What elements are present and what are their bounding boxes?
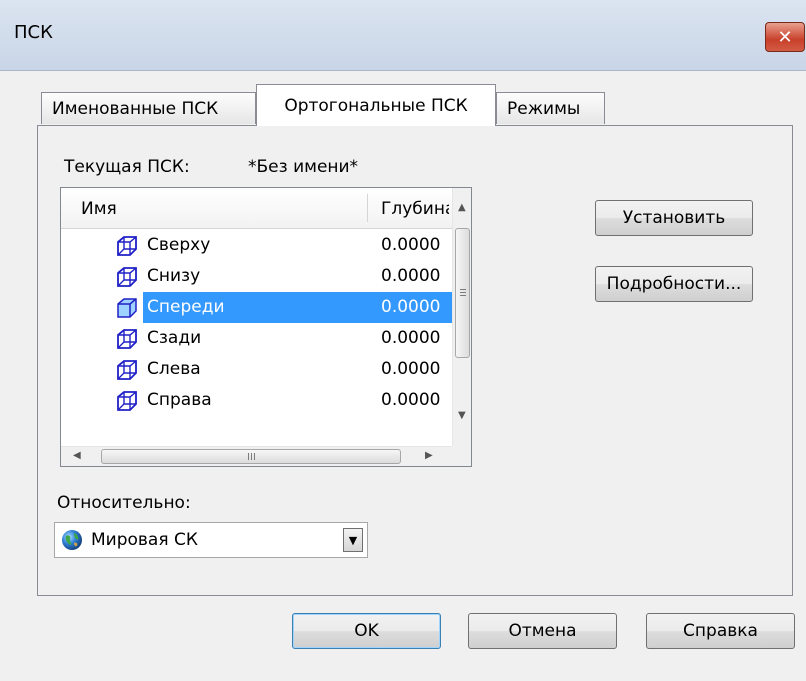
item-depth: 0.0000 [381, 359, 441, 379]
cube-icon [117, 267, 137, 287]
scroll-down-icon[interactable]: ▼ [458, 410, 466, 421]
ok-button[interactable]: OK [292, 613, 441, 649]
set-current-button[interactable]: Установить [595, 200, 753, 236]
dropdown-button[interactable]: ▼ [343, 528, 363, 552]
column-header-name[interactable]: Имя [81, 199, 117, 219]
list-item[interactable]: Справа 0.0000 [61, 385, 452, 416]
horizontal-scrollbar[interactable]: ◀ ▶ [61, 446, 452, 466]
list-item[interactable]: Сверху 0.0000 [61, 230, 452, 261]
vertical-scroll-thumb[interactable] [455, 228, 470, 358]
vertical-scrollbar[interactable]: ▲ ▼ [452, 188, 471, 446]
item-depth: 0.0000 [381, 390, 441, 410]
column-divider[interactable] [367, 194, 368, 222]
help-button[interactable]: Справка [646, 613, 795, 649]
cube-icon [117, 236, 137, 256]
scroll-right-icon[interactable]: ▶ [425, 450, 433, 461]
relative-to-value: Мировая СК [91, 530, 198, 550]
cube-icon [117, 360, 137, 380]
item-depth: 0.0000 [381, 235, 441, 255]
ucs-list[interactable]: Имя Глубина Сверху 0.0000 Снизу 0.0000 Спере… [60, 187, 472, 467]
scroll-up-icon[interactable]: ▲ [458, 202, 466, 213]
cube-icon [117, 329, 137, 349]
list-item[interactable]: Снизу 0.0000 [61, 261, 452, 292]
list-item[interactable]: Спереди 0.0000 [61, 292, 452, 323]
scroll-left-icon[interactable]: ◀ [73, 450, 81, 461]
chevron-down-icon: ▼ [348, 533, 358, 547]
button-label: Справка [683, 621, 758, 641]
button-label: OK [354, 621, 379, 641]
current-ucs-value: *Без имени* [248, 157, 359, 177]
item-name: Снизу [147, 266, 201, 286]
list-item[interactable]: Сзади 0.0000 [61, 323, 452, 354]
list-header: Имя Глубина [61, 188, 452, 229]
button-label: Подробности... [606, 274, 742, 294]
button-label: Установить [622, 208, 726, 228]
horizontal-scroll-thumb[interactable] [101, 449, 401, 464]
globe-icon [62, 530, 82, 550]
details-button[interactable]: Подробности... [595, 266, 753, 302]
current-ucs-label: Текущая ПСК: [64, 157, 190, 177]
cancel-button[interactable]: Отмена [468, 613, 617, 649]
column-header-depth[interactable]: Глубина [381, 199, 449, 219]
item-name: Спереди [147, 297, 225, 317]
list-rows: Сверху 0.0000 Снизу 0.0000 Спереди 0.0000 Сзад… [61, 230, 452, 416]
item-name: Справа [147, 390, 212, 410]
button-label: Отмена [508, 621, 577, 641]
cube-icon [117, 391, 137, 411]
item-depth: 0.0000 [381, 328, 441, 348]
cube-front-icon [117, 298, 137, 318]
item-depth: 0.0000 [381, 266, 441, 286]
item-name: Сверху [147, 235, 211, 255]
item-name: Слева [147, 359, 201, 379]
list-item[interactable]: Слева 0.0000 [61, 354, 452, 385]
relative-to-select[interactable]: Мировая СК ▼ [54, 522, 368, 558]
relative-to-label: Относительно: [57, 493, 191, 513]
item-depth: 0.0000 [381, 297, 441, 317]
scroll-corner [452, 446, 471, 466]
item-name: Сзади [147, 328, 202, 348]
